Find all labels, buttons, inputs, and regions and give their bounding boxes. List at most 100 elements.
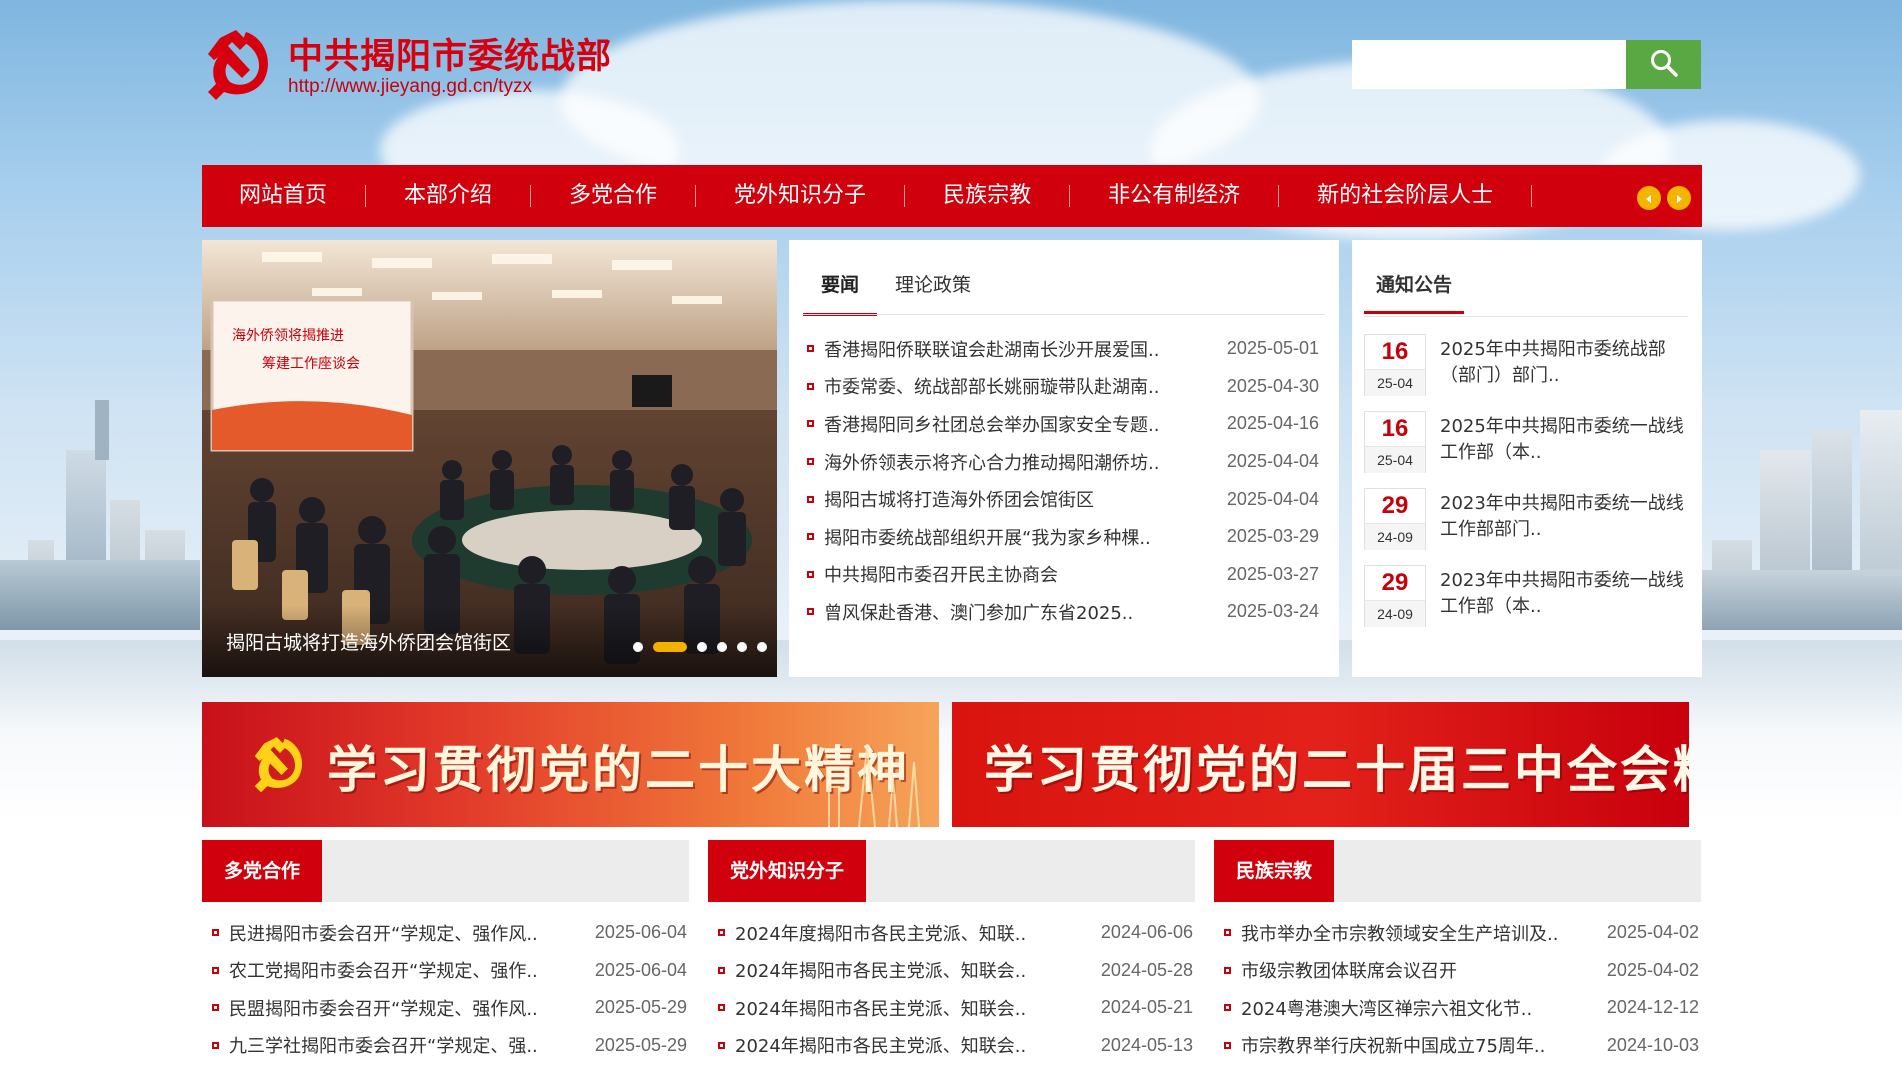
item-title[interactable]: 九三学社揭阳市委会召开“学规定、强..: [229, 1032, 538, 1058]
item-title[interactable]: 2024年揭阳市各民主党派、知联会..: [735, 995, 1026, 1021]
notice-text[interactable]: 2023年中共揭阳市委统一战线工作部部门..: [1440, 491, 1692, 565]
list-item[interactable]: 2024年揭阳市各民主党派、知联会.. 2024-05-21: [708, 989, 1195, 1027]
nav-ethnic-religion[interactable]: 民族宗教: [905, 165, 1069, 227]
list-item[interactable]: 民进揭阳市委会召开“学规定、强作风.. 2025-06-04: [202, 914, 689, 952]
notice-item[interactable]: 29 24-09 2023年中共揭阳市委统一战线工作部（本..: [1364, 565, 1692, 642]
news-title[interactable]: 揭阳古城将打造海外侨团会馆街区: [824, 486, 1094, 512]
column-title[interactable]: 多党合作: [202, 840, 323, 902]
slider-dot[interactable]: [757, 642, 767, 652]
news-date: 2025-04-30: [1226, 375, 1319, 396]
notice-text[interactable]: 2025年中共揭阳市委统一战线工作部（本..: [1440, 414, 1692, 488]
list-item[interactable]: 九三学社揭阳市委会召开“学规定、强.. 2025-05-29: [202, 1027, 689, 1065]
slider-dot[interactable]: [737, 642, 747, 652]
news-item[interactable]: 香港揭阳同乡社团总会举办国家安全专题.. 2025-04-16: [807, 405, 1319, 443]
nav-about[interactable]: 本部介绍: [366, 165, 530, 227]
item-title[interactable]: 民盟揭阳市委会召开“学规定、强作风..: [229, 995, 538, 1021]
notice-title[interactable]: 通知公告: [1364, 270, 1465, 314]
column-ethnic-religion: 民族宗教 我市举办全市宗教领域安全生产培训及.. 2025-04-02 市级宗教团…: [1214, 840, 1701, 1064]
search-input[interactable]: [1352, 40, 1626, 89]
item-title[interactable]: 民进揭阳市委会召开“学规定、强作风..: [229, 920, 538, 946]
list-item[interactable]: 市宗教界举行庆祝新中国成立75周年.. 2024-10-03: [1214, 1027, 1701, 1065]
item-title[interactable]: 2024年揭阳市各民主党派、知联会..: [735, 957, 1026, 983]
news-item[interactable]: 揭阳古城将打造海外侨团会馆街区 2025-04-04: [807, 480, 1319, 518]
search-button[interactable]: [1626, 40, 1701, 89]
party-emblem-logo[interactable]: [202, 26, 278, 102]
slider-dot[interactable]: [697, 642, 707, 652]
news-date: 2025-04-04: [1226, 451, 1319, 472]
notice-day: 29: [1365, 489, 1425, 524]
column-title[interactable]: 民族宗教: [1214, 840, 1335, 902]
list-item[interactable]: 我市举办全市宗教领域安全生产培训及.. 2025-04-02: [1214, 914, 1701, 952]
column-header: 民族宗教: [1214, 840, 1701, 902]
item-title[interactable]: 2024粤港澳大湾区禅宗六祖文化节..: [1241, 995, 1532, 1021]
item-date: 2024-05-28: [1100, 959, 1193, 980]
item-title[interactable]: 市宗教界举行庆祝新中国成立75周年..: [1241, 1032, 1545, 1058]
tab-headlines[interactable]: 要闻: [803, 262, 878, 316]
news-date: 2025-05-01: [1226, 338, 1319, 359]
nav-next-button[interactable]: [1667, 186, 1691, 210]
news-item[interactable]: 市委常委、统战部部长姚丽璇带队赴湖南.. 2025-04-30: [807, 368, 1319, 406]
news-item[interactable]: 曾风保赴香港、澳门参加广东省2025.. 2025-03-24: [807, 593, 1319, 631]
bullet-icon: [807, 458, 814, 466]
bullet-icon: [1224, 1004, 1231, 1012]
nav-non-public-economy[interactable]: 非公有制经济: [1070, 165, 1278, 227]
notice-year-month: 24-09: [1365, 524, 1425, 550]
banner-twentieth-congress[interactable]: 学习贯彻党的二十大精神: [202, 702, 939, 827]
item-title[interactable]: 我市举办全市宗教领域安全生产培训及..: [1241, 920, 1558, 946]
column-title[interactable]: 党外知识分子: [708, 840, 867, 902]
tab-policy[interactable]: 理论政策: [877, 262, 989, 316]
notice-year-month: 24-09: [1365, 601, 1425, 627]
notice-text[interactable]: 2025年中共揭阳市委统战部（部门）部门..: [1440, 337, 1692, 411]
bullet-icon: [718, 1004, 725, 1012]
banner-text: 学习贯彻党的二十届三中全会精神: [984, 740, 1689, 799]
nav-intellectuals[interactable]: 党外知识分子: [696, 165, 904, 227]
item-date: 2024-12-12: [1606, 997, 1699, 1018]
notice-item[interactable]: 29 24-09 2023年中共揭阳市委统一战线工作部部门..: [1364, 488, 1692, 565]
notice-item[interactable]: 16 25-04 2025年中共揭阳市委统战部（部门）部门..: [1364, 334, 1692, 411]
item-title[interactable]: 市级宗教团体联席会议召开: [1241, 957, 1457, 983]
nav-multiparty[interactable]: 多党合作: [531, 165, 695, 227]
news-item[interactable]: 海外侨领表示将齐心合力推动揭阳潮侨坊.. 2025-04-04: [807, 443, 1319, 481]
list-item[interactable]: 2024年揭阳市各民主党派、知联会.. 2024-05-13: [708, 1027, 1195, 1065]
item-date: 2025-04-02: [1606, 922, 1699, 943]
news-tabs: 要闻 理论政策: [803, 262, 989, 316]
slider-dot[interactable]: [717, 642, 727, 652]
news-title[interactable]: 香港揭阳同乡社团总会举办国家安全专题..: [824, 411, 1159, 437]
slider-dot[interactable]: [633, 642, 643, 652]
item-title[interactable]: 农工党揭阳市委会召开“学规定、强作..: [229, 957, 538, 983]
slide-caption[interactable]: 揭阳古城将打造海外侨团会馆街区: [226, 628, 511, 655]
bullet-icon: [212, 1004, 219, 1012]
banner-third-plenary[interactable]: 学习贯彻党的二十届三中全会精神: [952, 702, 1689, 827]
bullet-icon: [718, 966, 725, 974]
list-item[interactable]: 2024年度揭阳市各民主党派、知联.. 2024-06-06: [708, 914, 1195, 952]
nav-new-social-strata[interactable]: 新的社会阶层人士: [1279, 165, 1531, 227]
nav-prev-button[interactable]: [1637, 186, 1661, 210]
news-title[interactable]: 曾风保赴香港、澳门参加广东省2025..: [824, 599, 1133, 625]
site-url[interactable]: http://www.jieyang.gd.cn/tyzx: [288, 76, 532, 98]
list-item[interactable]: 2024粤港澳大湾区禅宗六祖文化节.. 2024-12-12: [1214, 989, 1701, 1027]
notice-text[interactable]: 2023年中共揭阳市委统一战线工作部（本..: [1440, 568, 1692, 642]
column-list: 我市举办全市宗教领域安全生产培训及.. 2025-04-02 市级宗教团体联席会议…: [1214, 914, 1701, 1064]
news-title[interactable]: 市委常委、统战部部长姚丽璇带队赴湖南..: [824, 373, 1159, 399]
news-title[interactable]: 香港揭阳侨联联谊会赴湖南长沙开展爱国..: [824, 336, 1159, 362]
search-icon: [1649, 48, 1679, 81]
item-date: 2024-05-21: [1100, 997, 1193, 1018]
slider-dot-active[interactable]: [653, 642, 687, 652]
list-item[interactable]: 2024年揭阳市各民主党派、知联会.. 2024-05-28: [708, 952, 1195, 990]
list-item[interactable]: 市级宗教团体联席会议召开 2025-04-02: [1214, 952, 1701, 990]
item-title[interactable]: 2024年揭阳市各民主党派、知联会..: [735, 1032, 1026, 1058]
news-item[interactable]: 揭阳市委统战部组织开展“我为家乡种棵.. 2025-03-29: [807, 518, 1319, 556]
item-title[interactable]: 2024年度揭阳市各民主党派、知联..: [735, 920, 1026, 946]
list-item[interactable]: 民盟揭阳市委会召开“学规定、强作风.. 2025-05-29: [202, 989, 689, 1027]
news-title[interactable]: 海外侨领表示将齐心合力推动揭阳潮侨坊..: [824, 449, 1159, 475]
news-title[interactable]: 中共揭阳市委召开民主协商会: [824, 561, 1058, 587]
news-item[interactable]: 香港揭阳侨联联谊会赴湖南长沙开展爱国.. 2025-05-01: [807, 330, 1319, 368]
nav-home[interactable]: 网站首页: [202, 165, 365, 227]
list-item[interactable]: 农工党揭阳市委会召开“学规定、强作.. 2025-06-04: [202, 952, 689, 990]
news-slider[interactable]: 海外侨领将揭推进 筹建工作座谈会 揭阳古城将打造海外侨团会馆街区: [202, 240, 777, 677]
notice-item[interactable]: 16 25-04 2025年中共揭阳市委统一战线工作部（本..: [1364, 411, 1692, 488]
news-item[interactable]: 中共揭阳市委召开民主协商会 2025-03-27: [807, 556, 1319, 594]
item-date: 2024-05-13: [1100, 1034, 1193, 1055]
notice-year-month: 25-04: [1365, 370, 1425, 396]
news-title[interactable]: 揭阳市委统战部组织开展“我为家乡种棵..: [824, 524, 1151, 550]
